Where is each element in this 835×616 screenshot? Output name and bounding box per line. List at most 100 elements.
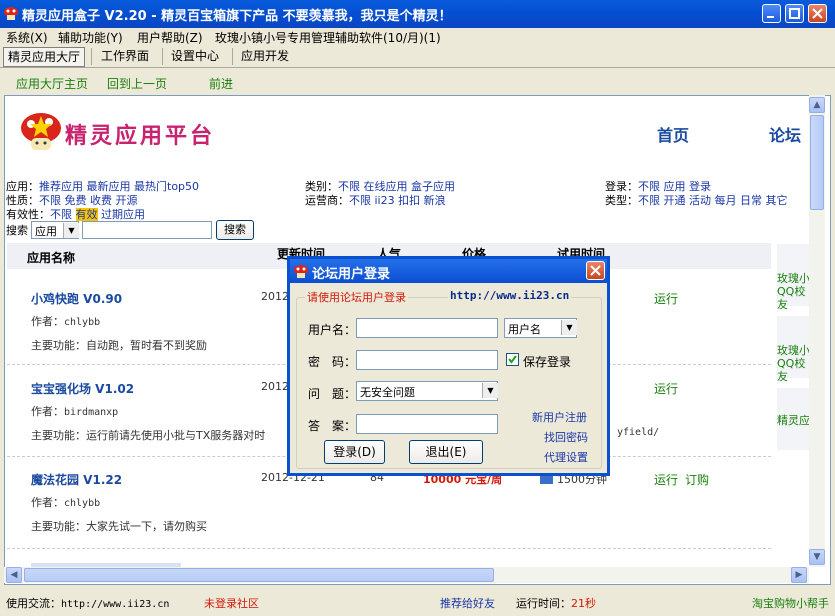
- username-type-select[interactable]: 用户名 ▼: [504, 318, 577, 338]
- filter-type-any[interactable]: 不限: [638, 194, 660, 207]
- dialog-title-bar[interactable]: 论坛用户登录: [290, 259, 607, 283]
- filter-validity: 有效性：不限 有效 过期应用: [6, 206, 145, 222]
- tab-divider: [232, 48, 233, 65]
- search-label: 搜索: [6, 224, 28, 237]
- author-name: chlybb: [64, 317, 101, 328]
- filter-top50[interactable]: 最热门top50: [134, 180, 199, 193]
- proxy-settings-link[interactable]: 代理设置: [544, 449, 588, 465]
- chevron-down-icon[interactable]: ▼: [482, 383, 498, 398]
- maximize-button[interactable]: [785, 4, 804, 23]
- save-login-checkbox[interactable]: [506, 353, 519, 366]
- tab-app-hall[interactable]: 精灵应用大厅: [3, 47, 86, 67]
- security-question-value: 无安全问题: [360, 386, 415, 399]
- vertical-scrollbar[interactable]: ▲ ▼: [809, 95, 825, 567]
- runtime-value: 21秒: [571, 597, 596, 610]
- col-header-name[interactable]: 应用名称: [27, 249, 75, 266]
- search-input[interactable]: [82, 221, 212, 239]
- tab-divider: [91, 48, 92, 65]
- tab-dev[interactable]: 应用开发: [237, 47, 293, 65]
- nav-back-link[interactable]: 回到上一页: [107, 75, 167, 92]
- scroll-up-icon[interactable]: ▲: [809, 97, 825, 113]
- filter-type-event[interactable]: 活动: [689, 194, 711, 207]
- chevron-down-icon[interactable]: ▼: [561, 320, 577, 335]
- password-input[interactable]: [356, 350, 498, 370]
- minimize-button[interactable]: [762, 4, 781, 23]
- filter-type-open[interactable]: 开通: [664, 194, 686, 207]
- runtime-label: 运行时间：: [516, 597, 571, 610]
- contact-info: 使用交流：http://www.ii23.cn: [6, 595, 169, 611]
- security-question-select[interactable]: 无安全问题 ▼: [356, 381, 498, 401]
- window-title: 精灵应用盒子 V2.20 - 精灵百宝箱旗下产品 不要羡慕我，我只是个精灵！: [22, 9, 452, 24]
- scroll-left-icon[interactable]: ◀: [6, 567, 22, 583]
- author-name: chlybb: [64, 498, 101, 509]
- app-name-link[interactable]: 宝宝强化场 V1.02: [31, 380, 134, 397]
- search-type-select[interactable]: 应用 ▼: [31, 221, 79, 239]
- menu-rose-town[interactable]: 玫瑰小镇小号专用管理辅助软件(10/月)(1): [215, 29, 441, 46]
- nav-forward-link[interactable]: 前进: [209, 75, 233, 92]
- run-link[interactable]: 运行: [654, 290, 678, 307]
- filter-expired[interactable]: 过期应用: [101, 208, 145, 221]
- horizontal-scrollbar[interactable]: ◀ ▶: [4, 567, 809, 583]
- site-nav-home[interactable]: 首页: [657, 122, 689, 146]
- tab-underline: [0, 67, 835, 68]
- login-group-label: 请使用论坛用户登录: [305, 289, 408, 305]
- title-bar[interactable]: 精灵应用盒子 V2.20 - 精灵百宝箱旗下产品 不要羡慕我，我只是个精灵！: [0, 0, 835, 28]
- app-description: 主要功能：大家先试一下，请勿购买: [31, 518, 207, 534]
- chevron-down-icon[interactable]: ▼: [63, 223, 79, 238]
- menu-system[interactable]: 系统(X): [6, 29, 48, 46]
- answer-input[interactable]: [356, 414, 498, 434]
- menu-help[interactable]: 用户帮助(Z): [137, 29, 203, 46]
- app-description: 主要功能：自动跑，暂时看不到奖励: [31, 337, 207, 353]
- taobao-helper-link[interactable]: 淘宝购物小帮手: [752, 595, 829, 611]
- author-label-text: 作者：: [31, 496, 64, 509]
- nav-home-link[interactable]: 应用大厅主页: [16, 75, 88, 92]
- recommend-link[interactable]: 推荐给好友: [440, 595, 495, 611]
- tab-settings[interactable]: 设置中心: [167, 47, 223, 65]
- tab-work[interactable]: 工作界面: [97, 47, 153, 65]
- contact-url[interactable]: http://www.ii23.cn: [61, 599, 169, 610]
- desc-label: 主要功能：: [31, 339, 86, 352]
- filter-operator-any[interactable]: 不限: [349, 194, 371, 207]
- dialog-url[interactable]: http://www.ii23.cn: [448, 289, 572, 302]
- dialog-close-button[interactable]: [586, 261, 605, 280]
- filter-ii23[interactable]: ii23: [375, 194, 395, 207]
- filter-type-daily[interactable]: 日常: [740, 194, 762, 207]
- scroll-down-icon[interactable]: ▼: [809, 549, 825, 565]
- menu-assist[interactable]: 辅助功能(Y): [58, 29, 123, 46]
- filter-type-other[interactable]: 其它: [766, 194, 788, 207]
- runtime: 运行时间：21秒: [516, 595, 596, 611]
- filter-type-monthly[interactable]: 每月: [715, 194, 737, 207]
- filter-valid[interactable]: 有效: [75, 208, 98, 221]
- scroll-thumb[interactable]: [810, 115, 824, 210]
- exit-button[interactable]: 退出(E): [409, 440, 483, 464]
- filter-qq[interactable]: 扣扣: [398, 194, 420, 207]
- site-nav-forum[interactable]: 论坛: [769, 122, 801, 146]
- desc-label: 主要功能：: [31, 520, 86, 533]
- scroll-thumb-h[interactable]: [24, 568, 494, 582]
- run-link[interactable]: 运行: [654, 471, 678, 488]
- close-button[interactable]: [808, 4, 827, 23]
- search-button[interactable]: 搜索: [216, 220, 254, 240]
- author-label-text: 作者：: [31, 315, 64, 328]
- filter-type-label: 类型：: [605, 194, 638, 207]
- filter-validity-any[interactable]: 不限: [50, 208, 72, 221]
- status-bar: 使用交流：http://www.ii23.cn 未登录社区 推荐给好友 运行时间…: [0, 590, 835, 616]
- run-link[interactable]: 运行: [654, 380, 678, 397]
- save-login-label[interactable]: 保存登录: [523, 353, 571, 370]
- login-button[interactable]: 登录(D): [324, 440, 385, 464]
- filter-validity-label: 有效性：: [6, 208, 50, 221]
- username-input[interactable]: [356, 318, 498, 338]
- site-logo[interactable]: 精灵应用平台: [19, 110, 212, 155]
- filter-operator: 运营商：不限 ii23 扣扣 新浪: [305, 192, 446, 208]
- app-name-link[interactable]: 魔法花园 V1.22: [31, 471, 122, 488]
- app-icon: [3, 5, 19, 21]
- app-name-link[interactable]: 小鸡快跑 V0.90: [31, 290, 122, 307]
- scroll-right-icon[interactable]: ▶: [791, 567, 807, 583]
- subscribe-link[interactable]: 订购: [685, 471, 709, 488]
- filter-sina[interactable]: 新浪: [424, 194, 446, 207]
- username-label: 用户名：: [308, 323, 357, 337]
- recover-password-link[interactable]: 找回密码: [544, 429, 588, 445]
- login-status[interactable]: 未登录社区: [204, 595, 259, 611]
- register-link[interactable]: 新用户注册: [532, 409, 587, 425]
- filter-operator-label: 运营商：: [305, 194, 349, 207]
